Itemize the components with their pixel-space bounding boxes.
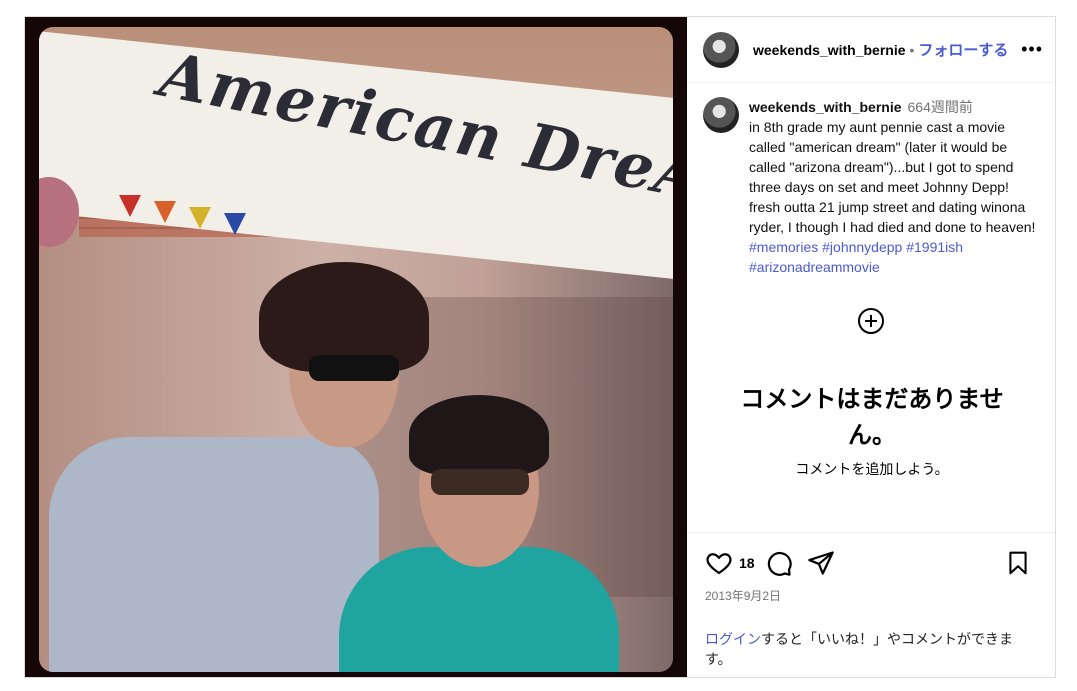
hashtag[interactable]: #1991ish <box>906 239 963 255</box>
post-header: weekends_with_bernie • フォローする ••• <box>687 17 1057 83</box>
follow-button[interactable]: フォローする <box>918 39 1008 60</box>
header-separator: • <box>909 41 915 58</box>
caption-time[interactable]: 664週間前 <box>908 99 973 115</box>
pennant <box>154 201 176 223</box>
person-a-shirt <box>49 437 379 672</box>
post-card: American DreAm weekends_with_bernie • フォ… <box>24 16 1057 678</box>
caption-avatar[interactable] <box>703 97 739 133</box>
post-side-panel: weekends_with_bernie • フォローする ••• weeken… <box>687 17 1057 677</box>
share-icon[interactable] <box>807 549 835 577</box>
caption: weekends_with_bernie 664週間前 in 8th grade … <box>687 83 1057 277</box>
add-comment-icon[interactable] <box>858 308 884 334</box>
pennant <box>189 207 211 229</box>
hashtag[interactable]: #memories <box>749 239 818 255</box>
actions-bar: 18 2013年9月2日 ログインすると「いいね！」やコメントができます。 <box>687 532 1055 677</box>
person-b-hair <box>409 395 549 475</box>
login-link[interactable]: ログイン <box>705 631 761 647</box>
caption-username[interactable]: weekends_with_bernie <box>749 99 902 115</box>
hashtag[interactable]: #johnnydepp <box>822 239 902 255</box>
person-b-sunglasses <box>431 469 529 495</box>
pennant <box>119 195 141 217</box>
avatar[interactable] <box>703 31 739 68</box>
action-icons: 18 <box>705 549 835 577</box>
no-comments-subtitle: コメントを追加しよう。 <box>795 461 949 477</box>
caption-body: weekends_with_bernie 664週間前 in 8th grade … <box>749 97 1041 277</box>
banner-text: American DreAm <box>154 37 673 229</box>
more-options-icon[interactable]: ••• <box>1021 39 1043 60</box>
person-a-sunglasses <box>309 355 399 381</box>
photo-content: American DreAm <box>39 27 673 672</box>
no-comments-title: コメントはまだありません。 <box>740 386 1004 449</box>
pennant <box>224 213 246 235</box>
login-note: ログインすると「いいね！」やコメントができます。 <box>705 629 1035 669</box>
post-date: 2013年9月2日 <box>705 589 782 603</box>
heart-icon[interactable] <box>705 549 733 577</box>
post-photo[interactable]: American DreAm <box>25 17 687 677</box>
header-username[interactable]: weekends_with_bernie <box>753 42 906 58</box>
bookmark-icon[interactable] <box>1005 549 1033 577</box>
caption-text: in 8th grade my aunt pennie cast a movie… <box>749 119 1036 235</box>
hashtag[interactable]: #arizonadreammovie <box>749 259 880 275</box>
comment-icon[interactable] <box>765 549 793 577</box>
like-count[interactable]: 18 <box>739 555 755 571</box>
